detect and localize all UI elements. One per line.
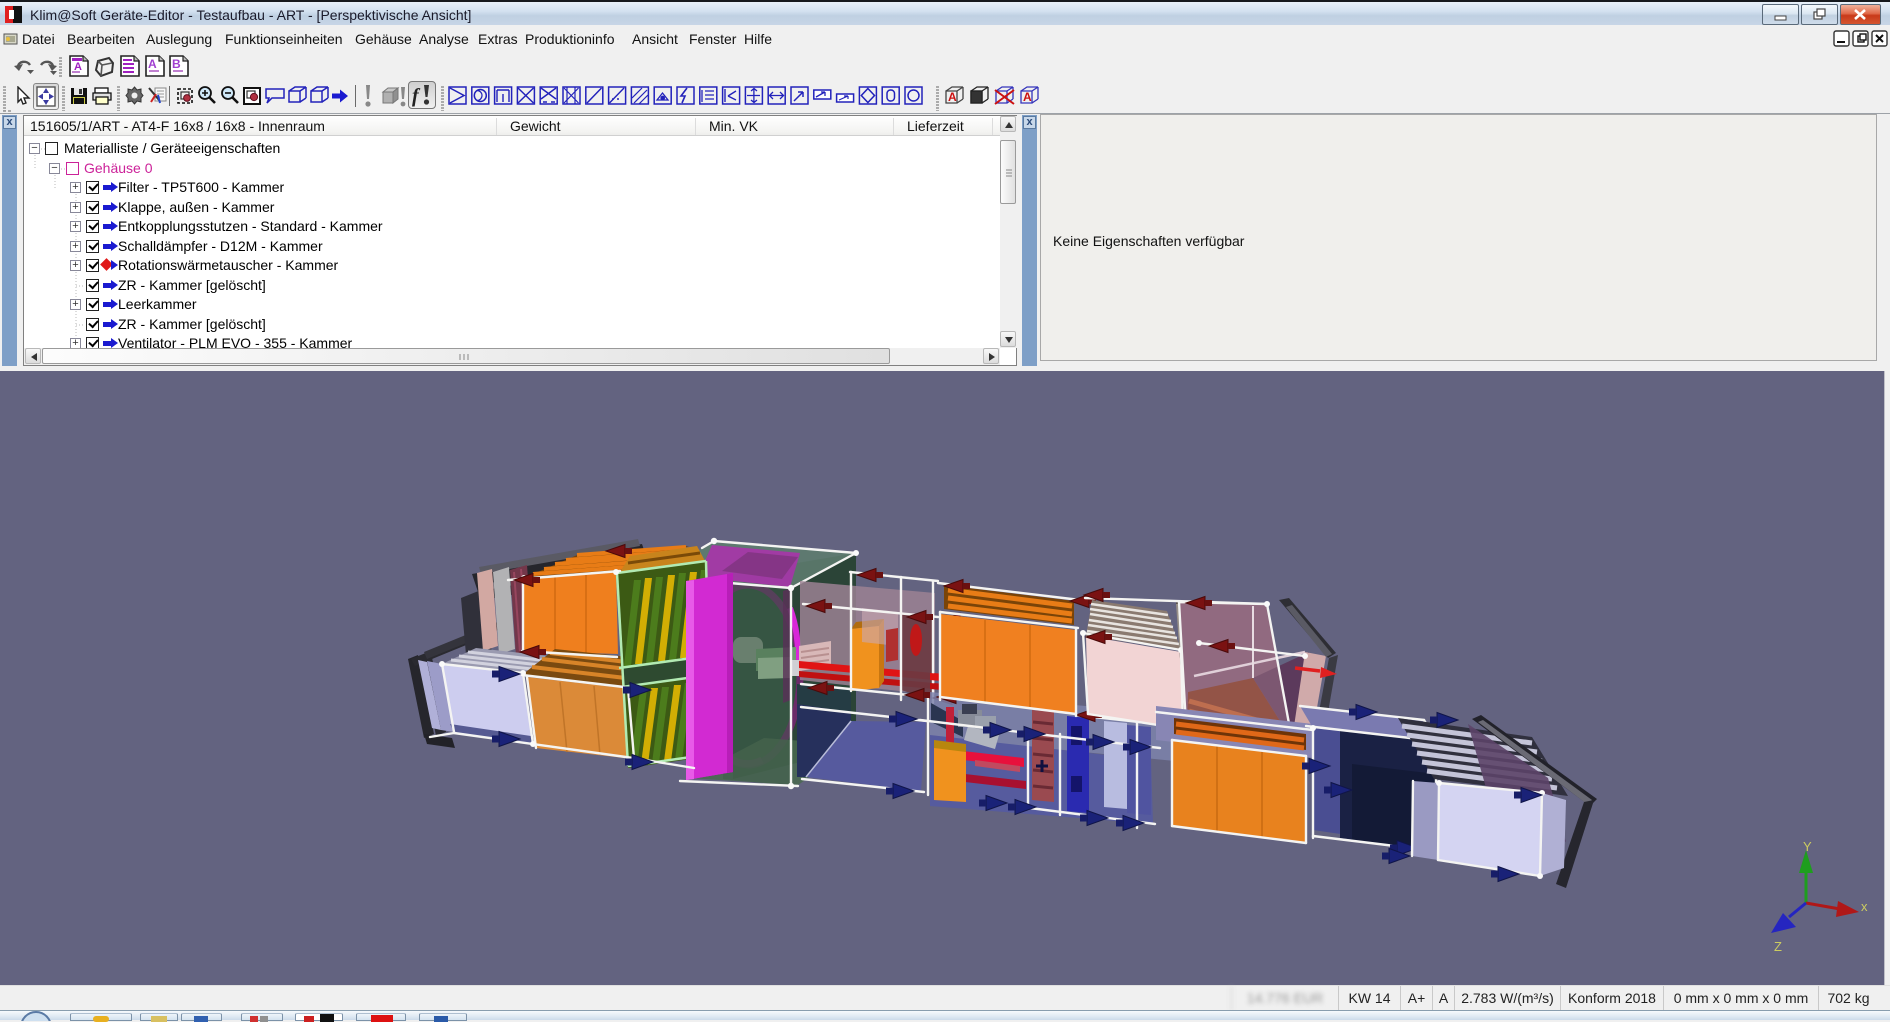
svg-text:x: x — [1861, 899, 1868, 914]
svg-text:A: A — [1023, 90, 1032, 104]
svg-text:f: f — [412, 85, 421, 107]
svg-text:A: A — [148, 57, 157, 71]
svg-text:A: A — [948, 90, 957, 104]
svg-text:Y: Y — [1803, 839, 1812, 854]
svg-text:B: B — [172, 57, 181, 71]
svg-text:Z: Z — [1774, 939, 1782, 954]
